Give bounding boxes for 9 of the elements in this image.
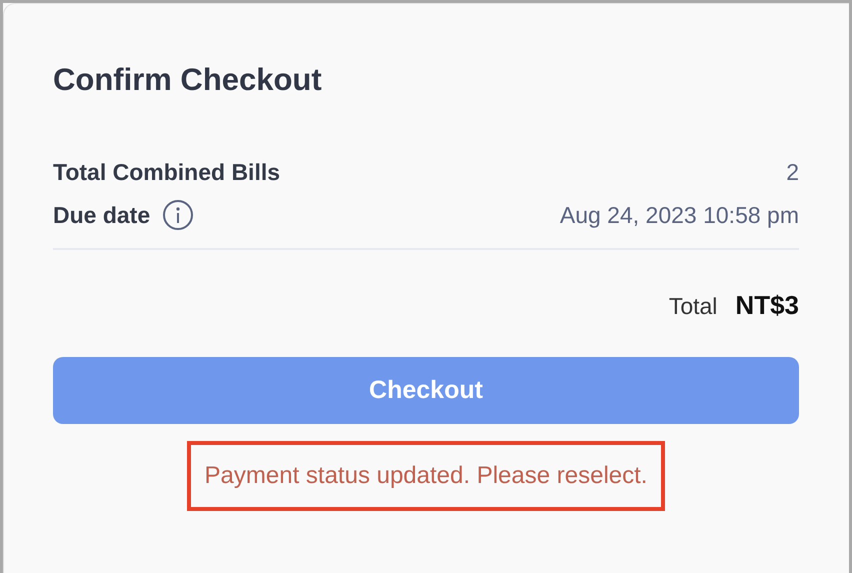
total-label: Total bbox=[668, 293, 718, 320]
total-amount: NT$3 bbox=[735, 290, 799, 321]
row-label: Due date bbox=[53, 202, 150, 228]
row-label: Total Combined Bills bbox=[53, 158, 280, 186]
row-value: Aug 24, 2023 10:58 pm bbox=[560, 202, 799, 228]
info-icon[interactable] bbox=[162, 199, 194, 231]
dialog-title: Confirm Checkout bbox=[53, 61, 323, 99]
row-value: 2 bbox=[786, 158, 799, 186]
error-message: Payment status updated. Please reselect. bbox=[186, 441, 666, 511]
